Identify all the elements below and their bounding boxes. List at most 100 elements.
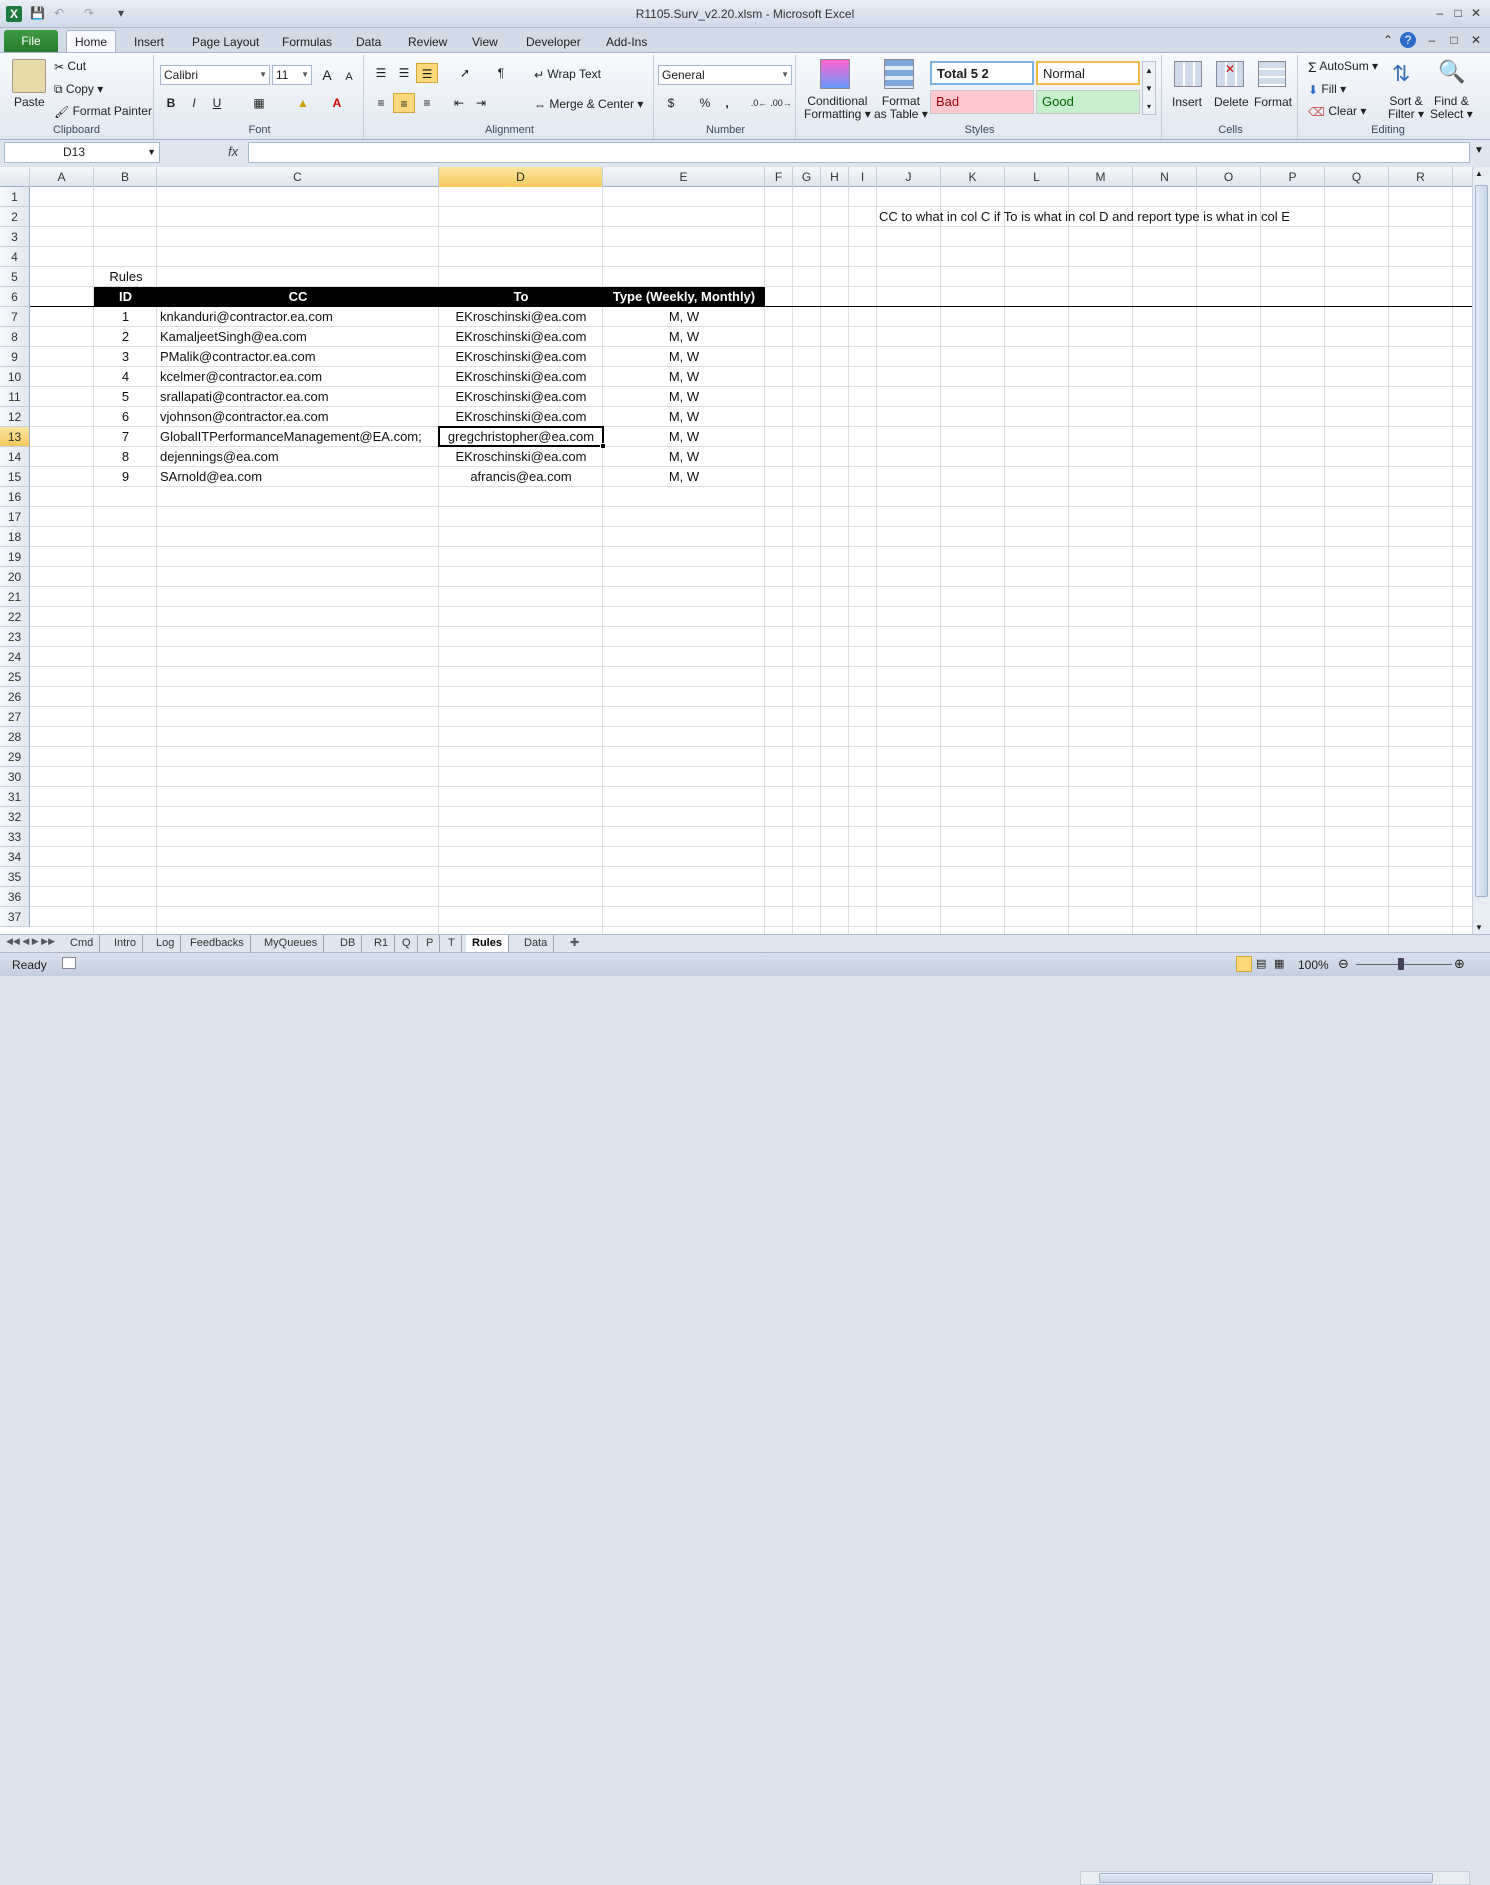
- rule-type-cell[interactable]: M, W: [603, 327, 765, 347]
- cut-button[interactable]: ✂ Cut: [54, 59, 86, 74]
- rule-type-cell[interactable]: M, W: [603, 367, 765, 387]
- row-header-29[interactable]: 29: [0, 747, 30, 767]
- page-break-view-icon[interactable]: ▦: [1274, 957, 1284, 970]
- column-header-k[interactable]: K: [941, 167, 1005, 187]
- format-as-table-icon[interactable]: [884, 59, 914, 89]
- tab-formulas[interactable]: Formulas: [274, 32, 340, 52]
- rule-cc-cell[interactable]: vjohnson@contractor.ea.com: [160, 407, 439, 427]
- borders-icon[interactable]: ▦: [248, 93, 270, 113]
- align-bottom-icon[interactable]: ☰: [416, 63, 438, 83]
- tab-insert[interactable]: Insert: [126, 32, 172, 52]
- column-header-i[interactable]: I: [849, 167, 877, 187]
- rule-type-cell[interactable]: M, W: [603, 347, 765, 367]
- insert-sheet-icon[interactable]: ✚: [570, 936, 579, 949]
- rule-to-cell[interactable]: EKroschinski@ea.com: [439, 367, 603, 387]
- horizontal-scrollbar[interactable]: [1080, 1871, 1470, 1885]
- delete-cells-icon[interactable]: ✕: [1216, 61, 1244, 87]
- comma-button[interactable]: ,: [716, 93, 738, 113]
- sheet-tab-p[interactable]: P: [420, 935, 441, 952]
- sheet-tab-cmd[interactable]: Cmd: [64, 935, 101, 952]
- currency-button[interactable]: $: [660, 93, 682, 113]
- column-header-q[interactable]: Q: [1325, 167, 1389, 187]
- format-cells-icon[interactable]: [1258, 61, 1286, 87]
- column-header-r[interactable]: R: [1389, 167, 1453, 187]
- rule-id-cell[interactable]: 5: [94, 387, 157, 407]
- normal-view-icon[interactable]: [1236, 956, 1252, 972]
- find-select-button[interactable]: Find & Select ▾: [1430, 95, 1473, 121]
- column-header-n[interactable]: N: [1133, 167, 1197, 187]
- active-cell-selection[interactable]: [438, 426, 606, 449]
- tab-review[interactable]: Review: [400, 32, 455, 52]
- autosum-button[interactable]: Σ AutoSum ▾: [1308, 59, 1378, 75]
- increase-indent-icon[interactable]: ⇥: [470, 93, 492, 113]
- rule-type-cell[interactable]: M, W: [603, 387, 765, 407]
- tab-view[interactable]: View: [464, 32, 506, 52]
- tab-data[interactable]: Data: [348, 32, 389, 52]
- text-direction-icon[interactable]: ¶: [490, 63, 512, 83]
- rule-to-cell[interactable]: afrancis@ea.com: [439, 467, 603, 487]
- increase-decimal-icon[interactable]: .0←: [748, 93, 770, 113]
- tab-home[interactable]: Home: [66, 30, 117, 52]
- shrink-font-button[interactable]: A: [338, 67, 360, 87]
- minimize-icon[interactable]: –: [1432, 5, 1448, 21]
- row-header-25[interactable]: 25: [0, 667, 30, 687]
- rule-cc-cell[interactable]: kcelmer@contractor.ea.com: [160, 367, 439, 387]
- scroll-up-icon[interactable]: ▲: [1475, 169, 1483, 178]
- zoom-level[interactable]: 100%: [1298, 958, 1329, 972]
- rule-to-cell[interactable]: EKroschinski@ea.com: [439, 407, 603, 427]
- delete-button[interactable]: Delete: [1214, 95, 1249, 109]
- instruction-note[interactable]: CC to what in col C if To is what in col…: [879, 207, 1290, 227]
- vertical-scrollbar[interactable]: ▲ ▼: [1472, 167, 1490, 934]
- tab-file[interactable]: File: [4, 30, 58, 52]
- workbook-close-icon[interactable]: ✕: [1468, 32, 1484, 48]
- row-header-23[interactable]: 23: [0, 627, 30, 647]
- format-button[interactable]: Format: [1254, 95, 1292, 109]
- rule-id-cell[interactable]: 3: [94, 347, 157, 367]
- vertical-scroll-thumb[interactable]: [1475, 185, 1488, 897]
- orientation-icon[interactable]: ➚: [454, 63, 476, 83]
- minimize-ribbon-icon[interactable]: ⌃: [1380, 32, 1396, 48]
- row-header-5[interactable]: 5: [0, 267, 30, 287]
- tab-page-layout[interactable]: Page Layout: [184, 32, 267, 52]
- row-header-13[interactable]: 13: [0, 427, 30, 447]
- workbook-restore-icon[interactable]: □: [1446, 32, 1462, 48]
- align-middle-icon[interactable]: ☰: [393, 63, 415, 83]
- sort-filter-button[interactable]: Sort & Filter ▾: [1388, 95, 1424, 121]
- row-header-12[interactable]: 12: [0, 407, 30, 427]
- column-header-b[interactable]: B: [94, 167, 157, 187]
- paste-icon[interactable]: [12, 59, 46, 93]
- rule-cc-cell[interactable]: GlobalITPerformanceManagement@EA.com;: [160, 427, 439, 447]
- sheet-nav-icons[interactable]: ◀◀ ◀ ▶ ▶▶: [6, 936, 55, 947]
- format-as-table-button[interactable]: Format as Table ▾: [874, 95, 928, 121]
- sort-filter-icon[interactable]: ⇅: [1392, 61, 1410, 87]
- decrease-indent-icon[interactable]: ⇤: [448, 93, 470, 113]
- sheet-tab-q[interactable]: Q: [396, 935, 418, 952]
- page-layout-view-icon[interactable]: ▤: [1256, 957, 1266, 970]
- row-header-1[interactable]: 1: [0, 187, 30, 207]
- font-color-icon[interactable]: A: [326, 93, 348, 113]
- column-header-g[interactable]: G: [793, 167, 821, 187]
- align-right-icon[interactable]: ≡: [416, 93, 438, 113]
- style-good[interactable]: Good: [1036, 90, 1140, 114]
- sheet-tab-t[interactable]: T: [442, 935, 462, 952]
- conditional-formatting-button[interactable]: Conditional Formatting ▾: [804, 95, 871, 121]
- rule-cc-cell[interactable]: srallapati@contractor.ea.com: [160, 387, 439, 407]
- row-header-27[interactable]: 27: [0, 707, 30, 727]
- row-header-30[interactable]: 30: [0, 767, 30, 787]
- wrap-text-button[interactable]: ↵ Wrap Text: [534, 67, 601, 82]
- rule-to-cell[interactable]: EKroschinski@ea.com: [439, 347, 603, 367]
- column-header-f[interactable]: F: [765, 167, 793, 187]
- rule-id-cell[interactable]: 4: [94, 367, 157, 387]
- row-header-34[interactable]: 34: [0, 847, 30, 867]
- worksheet-grid[interactable]: ABCDEFGHIJKLMNOPQR 1 2 3 4 5 6 7 8 9 10 11 12 13 14 15…: [0, 167, 1474, 934]
- insert-function-button[interactable]: fx: [228, 144, 238, 159]
- sheet-tab-log[interactable]: Log: [150, 935, 182, 952]
- percent-button[interactable]: %: [694, 93, 716, 113]
- close-icon[interactable]: ✕: [1468, 5, 1484, 21]
- row-header-4[interactable]: 4: [0, 247, 30, 267]
- insert-cells-icon[interactable]: [1174, 61, 1202, 87]
- scroll-down-icon[interactable]: ▼: [1475, 923, 1483, 932]
- column-header-m[interactable]: M: [1069, 167, 1133, 187]
- fill-handle[interactable]: [600, 443, 606, 449]
- restore-icon[interactable]: □: [1450, 5, 1466, 21]
